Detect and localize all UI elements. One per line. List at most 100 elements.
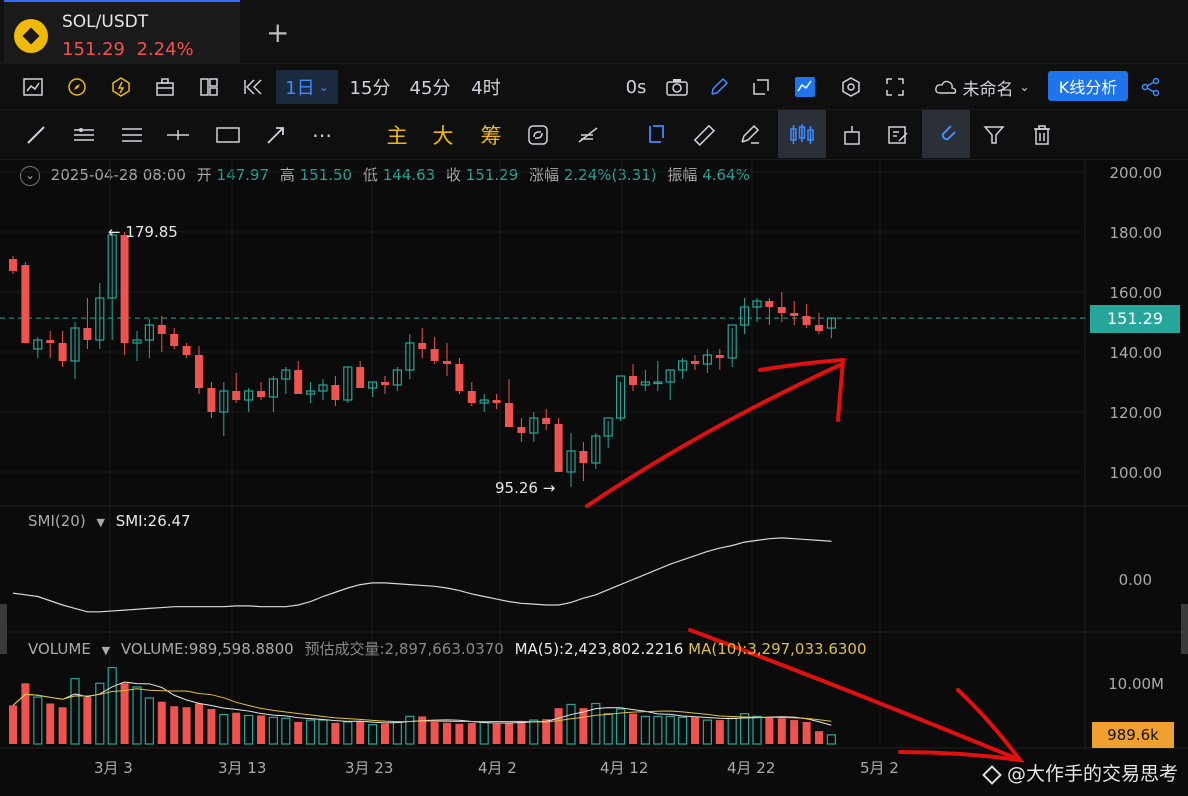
candle-body — [826, 317, 837, 329]
camera-icon[interactable] — [660, 72, 694, 102]
candle-body — [517, 427, 526, 433]
magnet-icon[interactable] — [922, 110, 970, 158]
volume-bar — [430, 721, 439, 744]
volume-estimate: 预估成交量:2,897,663.0370 — [304, 640, 504, 658]
candle-body — [702, 354, 713, 365]
bookmark-icon[interactable] — [640, 120, 672, 150]
volume-bar — [554, 708, 563, 744]
sync-icon[interactable] — [522, 120, 554, 150]
left-scroll-handle[interactable] — [0, 604, 7, 654]
fullscreen-icon[interactable] — [878, 72, 912, 102]
candle-body — [529, 417, 539, 434]
interval-15m[interactable]: 15分 — [346, 72, 394, 102]
volume-bar — [765, 717, 774, 744]
more-icon[interactable]: ⋯ — [306, 120, 338, 150]
date-tick: 3月 23 — [345, 759, 394, 777]
volume-bar — [443, 722, 451, 744]
tab-sol-usdt[interactable]: SOL/USDT 151.29 2.24% — [4, 0, 240, 64]
smi-legend: SMI(20) ▼ SMI:26.47 — [28, 512, 191, 530]
volume-bar — [826, 734, 837, 745]
volume-bar — [182, 707, 191, 744]
candle-body — [443, 361, 451, 364]
edit-note-icon[interactable] — [882, 120, 914, 150]
handdrawn-arrowhead — [758, 357, 846, 422]
volume-bar — [467, 722, 476, 744]
handdrawn-down-arrowhead — [898, 688, 1025, 763]
candle-body — [281, 369, 291, 380]
filter-icon[interactable] — [978, 120, 1010, 150]
replay-icon[interactable] — [236, 72, 270, 102]
interval-4h[interactable]: 4时 — [464, 72, 508, 102]
candle-body — [691, 361, 699, 364]
caret-down-icon[interactable]: ▼ — [96, 516, 104, 529]
volume-name[interactable]: VOLUME — [28, 640, 91, 658]
volume-bar — [58, 707, 67, 744]
volume-bar — [9, 705, 17, 744]
countdown-button[interactable]: 0s — [618, 72, 654, 102]
big-tool[interactable]: 大 — [428, 120, 458, 150]
chips-tool[interactable]: 筹 — [476, 120, 506, 150]
horizontal-line-icon[interactable] — [162, 120, 194, 150]
binance-logo-icon — [14, 19, 48, 53]
compass-icon[interactable] — [60, 72, 94, 102]
collapse-icon[interactable]: ⌄ — [20, 165, 40, 186]
candle-body — [629, 376, 637, 385]
volume-bar — [715, 720, 724, 744]
trash-icon[interactable] — [1026, 120, 1058, 150]
candle-body — [343, 366, 353, 401]
date-tick: 4月 22 — [727, 759, 776, 777]
trendline-icon[interactable] — [20, 120, 52, 150]
caret-down-icon[interactable]: ▼ — [102, 644, 110, 657]
interval-45m[interactable]: 45分 — [404, 72, 456, 102]
lock-icon[interactable] — [836, 120, 868, 150]
volume-bar — [665, 715, 675, 745]
main-tool[interactable]: 主 — [382, 120, 412, 150]
note-icon[interactable] — [744, 72, 778, 102]
lightning-icon[interactable] — [104, 72, 138, 102]
interval-dropdown[interactable]: 1日 ⌄ — [276, 70, 338, 104]
layout-icon[interactable] — [192, 72, 226, 102]
measure-icon[interactable] — [572, 120, 604, 150]
candle-body — [33, 339, 43, 350]
volume-bar — [21, 683, 30, 744]
volume-bar — [107, 667, 117, 745]
brush-icon[interactable] — [734, 120, 766, 150]
smi-name[interactable]: SMI(20) — [28, 512, 86, 530]
layout-name-label: 未命名 — [962, 79, 1014, 100]
right-scroll-handle[interactable] — [1181, 604, 1188, 654]
volume-bar — [653, 715, 663, 745]
k-analysis-button[interactable]: K线分析 — [1048, 71, 1128, 101]
chg-value: 2.24%(3.31) — [563, 166, 657, 184]
candle-body — [294, 370, 303, 394]
candle-body — [244, 390, 254, 401]
ruler-icon[interactable] — [688, 120, 720, 150]
date-tick: 3月 13 — [218, 759, 267, 777]
volume-bar — [727, 717, 737, 745]
arrow-icon[interactable] — [260, 120, 292, 150]
amp-label: 振幅 — [667, 166, 698, 184]
low-annotation: 95.26 → — [495, 479, 556, 497]
low-value: 144.63 — [382, 166, 436, 184]
candlestick-icon[interactable] — [778, 110, 826, 158]
chart-type-icon[interactable] — [16, 72, 50, 102]
pencil-icon[interactable] — [702, 72, 736, 102]
indicator-icon[interactable] — [788, 72, 822, 102]
horizontal-ray-icon[interactable] — [68, 120, 100, 150]
volume-bar — [144, 697, 154, 745]
candle-body — [554, 424, 563, 472]
parallel-lines-icon[interactable] — [116, 120, 148, 150]
high-value: 151.50 — [299, 166, 353, 184]
settings-icon[interactable] — [834, 72, 868, 102]
add-tab-button[interactable]: + — [266, 16, 289, 49]
volume-bar — [170, 706, 179, 744]
candle-body — [653, 381, 663, 385]
candle-body — [603, 417, 613, 437]
volume-bar — [529, 719, 539, 745]
layout-name-dropdown[interactable]: 未命名 ⌄ — [926, 72, 1038, 102]
volume-bar — [232, 712, 241, 744]
share-icon[interactable] — [1136, 72, 1166, 102]
volume-bar — [790, 720, 799, 744]
volume-bar — [615, 708, 626, 745]
rectangle-icon[interactable] — [212, 120, 244, 150]
briefcase-icon[interactable] — [148, 72, 182, 102]
